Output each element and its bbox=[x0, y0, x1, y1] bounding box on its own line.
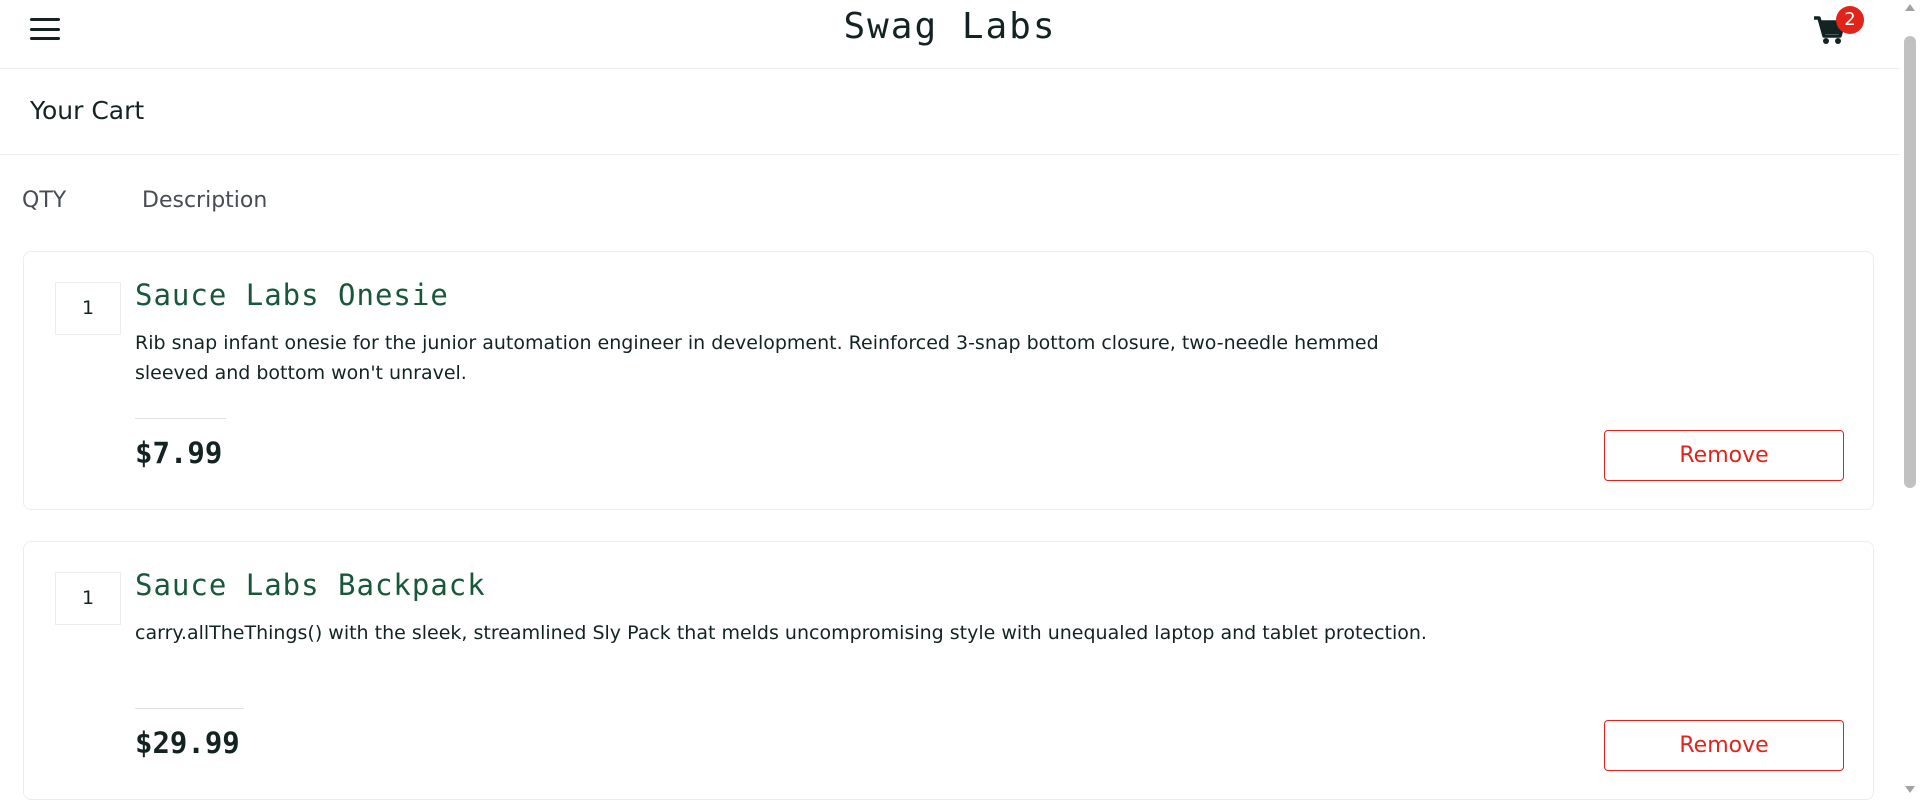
shopping-cart-link[interactable]: 2 bbox=[1812, 6, 1864, 46]
cart-item: 1 Sauce Labs Backpack carry.allTheThings… bbox=[23, 541, 1874, 800]
primary-header: Swag Labs 2 bbox=[0, 0, 1900, 69]
cart-count-badge: 2 bbox=[1836, 6, 1864, 34]
remove-button[interactable]: Remove bbox=[1604, 430, 1844, 481]
scroll-up-arrow-icon[interactable] bbox=[1905, 4, 1915, 11]
item-price: $7.99 bbox=[135, 436, 223, 470]
item-name-link[interactable]: Sauce Labs Backpack bbox=[135, 568, 486, 602]
price-divider bbox=[135, 708, 244, 709]
item-name-link[interactable]: Sauce Labs Onesie bbox=[135, 278, 449, 312]
scrollbar-thumb[interactable] bbox=[1904, 36, 1916, 488]
scroll-down-arrow-icon[interactable] bbox=[1905, 786, 1915, 793]
price-divider bbox=[135, 418, 226, 419]
page-title: Your Cart bbox=[30, 96, 145, 125]
remove-button[interactable]: Remove bbox=[1604, 720, 1844, 771]
item-quantity: 1 bbox=[55, 282, 121, 335]
item-description: Rib snap infant onesie for the junior au… bbox=[135, 332, 1379, 384]
app-logo-title: Swag Labs bbox=[843, 6, 1057, 47]
item-description: carry.allTheThings() with the sleek, str… bbox=[135, 622, 1427, 644]
description-column-label: Description bbox=[142, 188, 268, 213]
secondary-header: Your Cart bbox=[0, 69, 1900, 155]
item-quantity: 1 bbox=[55, 572, 121, 625]
page-content: Swag Labs 2 Your Cart QTY Description 1 … bbox=[0, 0, 1900, 800]
cart-column-labels: QTY Description bbox=[0, 186, 1900, 216]
cart-item: 1 Sauce Labs Onesie Rib snap infant ones… bbox=[23, 251, 1874, 510]
viewport: Swag Labs 2 Your Cart QTY Description 1 … bbox=[0, 0, 1920, 800]
qty-column-label: QTY bbox=[22, 188, 67, 213]
vertical-scrollbar[interactable] bbox=[1900, 0, 1920, 800]
item-price: $29.99 bbox=[135, 726, 240, 760]
